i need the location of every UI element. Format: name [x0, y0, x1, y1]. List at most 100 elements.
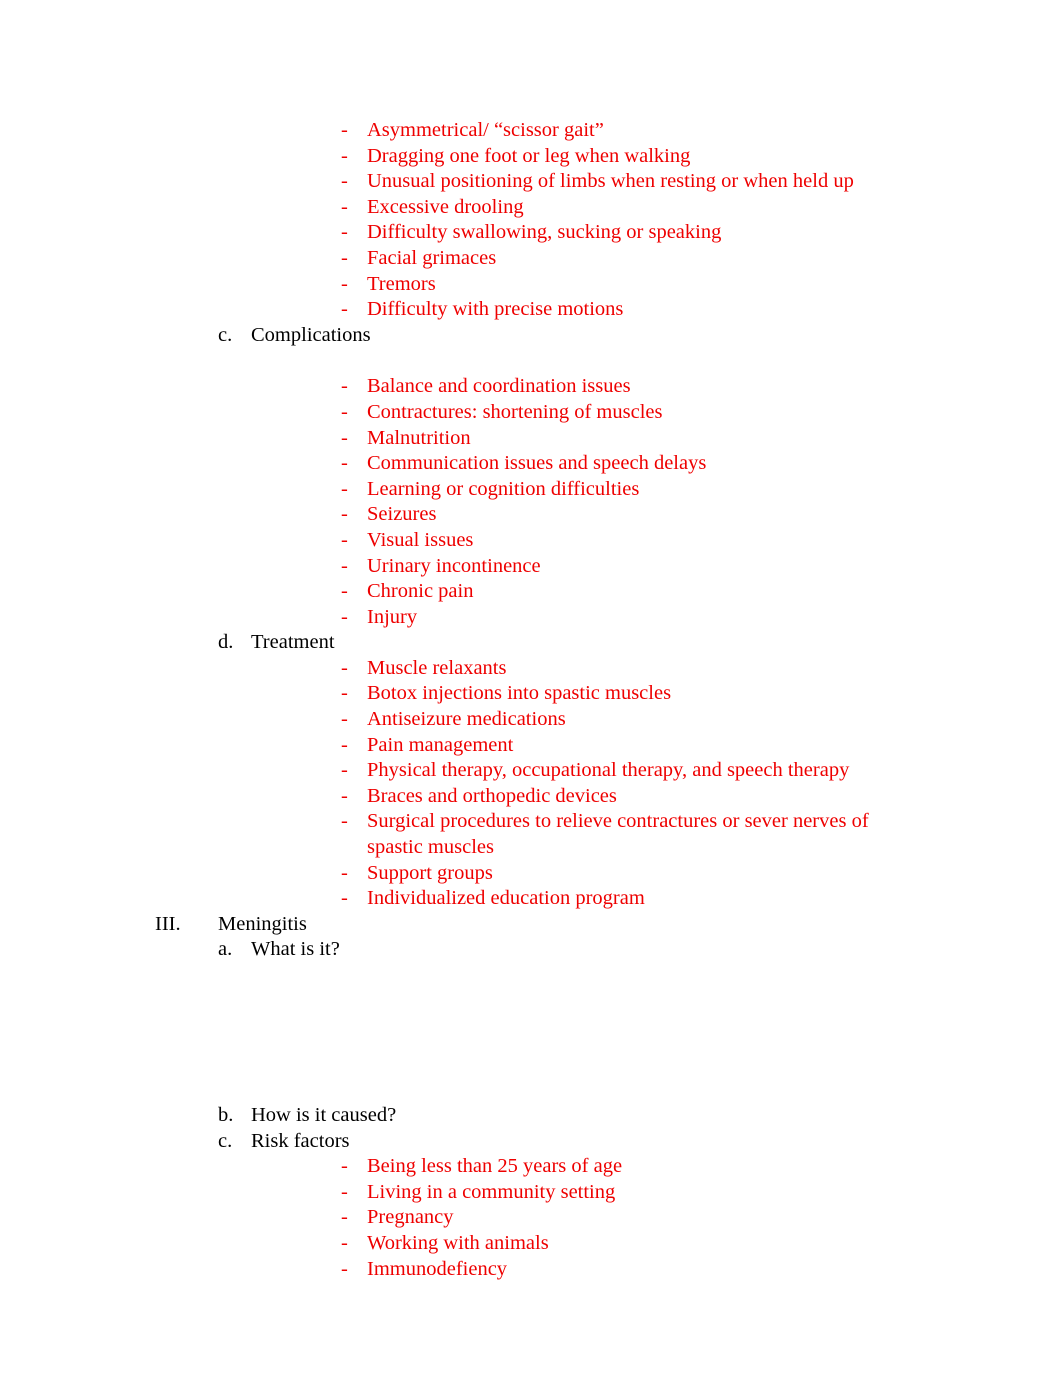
dash-bullet-marker: - [341, 170, 348, 193]
outline-letter-text: Risk factors [251, 1129, 350, 1152]
outline-letter-item: c. Complications [0, 323, 1062, 349]
bullet-item-text: Botox injections into spastic muscles [367, 682, 672, 705]
bullet-item-text: Malnutrition [367, 426, 471, 449]
dash-bullet-marker: - [341, 1231, 348, 1254]
outline-letter-marker: c. [218, 323, 233, 346]
bullet-item-text: Antiseizure medications [367, 708, 566, 731]
outline-letter-item: a. What is it? [0, 937, 1062, 963]
dash-bullet-marker: - [341, 144, 348, 167]
dash-bullet-marker: - [341, 400, 348, 423]
outline-roman-item: III. Meningitis [0, 912, 1062, 938]
dash-bullet-marker: - [341, 503, 348, 526]
dash-bullet-marker: - [341, 119, 348, 141]
outline-letter-item: c. Risk factors [0, 1129, 1062, 1155]
document-page: - Asymmetrical/ “scissor gait” - Dragging o… [0, 0, 1062, 1376]
bullet-item-text: Tremors [367, 272, 436, 295]
bullet-item-text: Asymmetrical/ “scissor gait” [367, 119, 604, 141]
dash-bullet-marker: - [341, 246, 348, 269]
outline-letter-text: What is it? [251, 938, 340, 961]
bullet-list-item: - Difficulty swallowing, sucking or speak… [0, 220, 1062, 246]
bullet-list-item: - Support groups [0, 861, 1062, 887]
bullet-item-text: Communication issues and speech delays [367, 452, 707, 475]
dash-bullet-marker: - [341, 477, 348, 500]
bullet-list-item: - Seizures [0, 502, 1062, 528]
dash-bullet-marker: - [341, 682, 348, 705]
bullet-item-text: Braces and orthopedic devices [367, 784, 617, 807]
bullet-list-item: - Working with animals [0, 1231, 1062, 1257]
bullet-item-text: Seizures [367, 503, 437, 526]
bullet-list-item: - Injury [0, 605, 1062, 631]
bullet-list-item: - Physical therapy, occupational therapy,… [0, 758, 1062, 784]
dash-bullet-marker: - [341, 759, 348, 782]
bullet-list-item: - Antiseizure medications [0, 707, 1062, 733]
bullet-item-text: Contractures: shortening of muscles [367, 400, 663, 423]
bullet-list-item: - Visual issues [0, 528, 1062, 554]
bullet-list-item: - Living in a community setting [0, 1180, 1062, 1206]
bullet-item-text: Difficulty with precise motions [367, 298, 624, 321]
dash-bullet-marker: - [341, 861, 348, 884]
bullet-item-text: Injury [367, 605, 418, 628]
bullet-item-text: Balance and coordination issues [367, 375, 631, 398]
bullet-item-text: Muscle relaxants [367, 656, 507, 679]
bullet-item-text: Support groups [367, 861, 493, 884]
dash-bullet-marker: - [341, 1206, 348, 1229]
outline-letter-text: Complications [251, 323, 371, 346]
bullet-list-item: - Balance and coordination issues [0, 374, 1062, 400]
bullet-list-item: - Facial grimaces [0, 246, 1062, 272]
outline-roman-text: Meningitis [218, 912, 307, 935]
outline-letter-marker: d. [218, 631, 234, 654]
bullet-list-item: - Unusual positioning of limbs when resti… [0, 169, 1062, 195]
bullet-item-text: Immunodefiency [367, 1257, 508, 1280]
dash-bullet-marker: - [341, 298, 348, 321]
bullet-list-item: - Immunodefiency [0, 1257, 1062, 1283]
bullet-list-item: - Excessive drooling [0, 195, 1062, 221]
dash-bullet-marker: - [341, 605, 348, 628]
bullet-item-text: Unusual positioning of limbs when restin… [367, 170, 854, 193]
dash-bullet-marker: - [341, 452, 348, 475]
outline-letter-marker: a. [218, 938, 233, 961]
bullet-list-item: - Dragging one foot or leg when walking [0, 144, 1062, 170]
bullet-item-text: Learning or cognition difficulties [367, 477, 640, 500]
bullet-list-item: - Learning or cognition difficulties [0, 477, 1062, 503]
bullet-item-text: Surgical procedures to relieve contractu… [367, 810, 869, 859]
bullet-item-text: Working with animals [367, 1231, 549, 1254]
bullet-item-text: Difficulty swallowing, sucking or speaki… [367, 221, 722, 244]
bullet-list-item: - Communication issues and speech delays [0, 451, 1062, 477]
outline-letter-text: How is it caused? [251, 1104, 397, 1126]
dash-bullet-marker: - [341, 426, 348, 449]
outline-letter-item: d. Treatment [0, 630, 1062, 656]
bullet-item-text: Pregnancy [367, 1206, 454, 1229]
dash-bullet-marker: - [341, 708, 348, 731]
dash-bullet-marker: - [341, 221, 348, 244]
bullet-list-item: - Malnutrition [0, 426, 1062, 452]
bullet-list-item: - Contractures: shortening of muscles [0, 400, 1062, 426]
dash-bullet-marker: - [341, 1257, 348, 1280]
dash-bullet-marker: - [341, 375, 348, 398]
bullet-list-item: - Surgical procedures to relieve contract… [0, 809, 1062, 860]
bullet-list-item: - Individualized education program [0, 886, 1062, 912]
dash-bullet-marker: - [341, 810, 348, 833]
document-body: - Asymmetrical/ “scissor gait” - Dragging o… [0, 118, 1062, 1282]
outline-letter-marker: b. [218, 1104, 234, 1126]
bullet-item-text: Excessive drooling [367, 195, 524, 218]
outline-letter-text: Treatment [251, 631, 335, 654]
bullet-list-item: - Difficulty with precise motions [0, 297, 1062, 323]
bullet-item-text: Being less than 25 years of age [367, 1155, 623, 1178]
bullet-list-item: - Chronic pain [0, 579, 1062, 605]
dash-bullet-marker: - [341, 1180, 348, 1203]
dash-bullet-marker: - [341, 656, 348, 679]
dash-bullet-marker: - [341, 1155, 348, 1178]
bullet-item-text: Chronic pain [367, 580, 474, 603]
bullet-item-text: Dragging one foot or leg when walking [367, 144, 691, 167]
dash-bullet-marker: - [341, 272, 348, 295]
outline-letter-marker: c. [218, 1129, 233, 1152]
bullet-list-item: - Urinary incontinence [0, 554, 1062, 580]
bullet-item-text: Urinary incontinence [367, 554, 541, 577]
bullet-item-text: Living in a community setting [367, 1180, 616, 1203]
dash-bullet-marker: - [341, 195, 348, 218]
bullet-item-text: Visual issues [367, 528, 474, 551]
bullet-list-item: - Muscle relaxants [0, 656, 1062, 682]
bullet-item-text: Pain management [367, 733, 514, 756]
